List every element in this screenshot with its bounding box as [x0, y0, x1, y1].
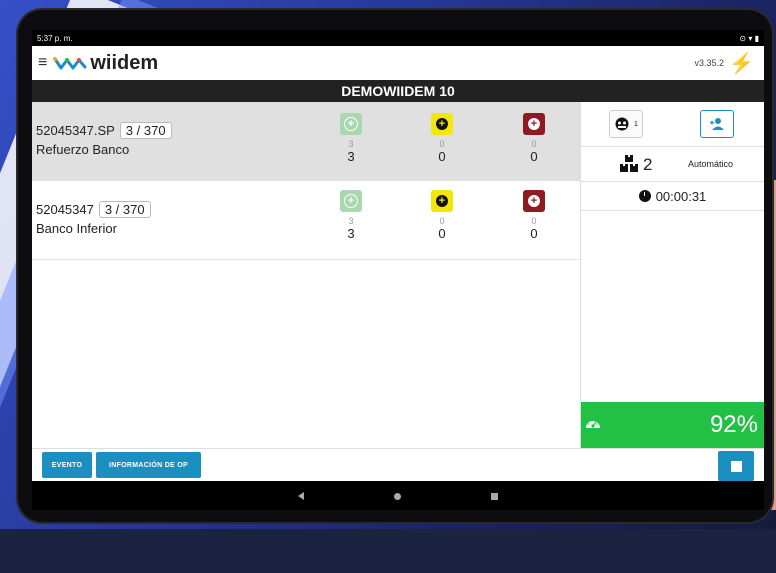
job-code: 52045347	[36, 202, 94, 217]
stop-icon	[730, 460, 742, 472]
op-info-button[interactable]: INFORMACIÓN DE OP	[96, 452, 201, 478]
warning-count-small: 0	[439, 139, 445, 149]
boxes-icon	[620, 155, 638, 172]
good-counter: + 3 3	[331, 190, 371, 241]
add-operator-button[interactable]	[700, 110, 734, 138]
add-good-button[interactable]: +	[340, 113, 362, 135]
power-bolt-icon: ⚡	[729, 53, 754, 75]
reject-count: 0	[530, 149, 538, 164]
status-time: 5:37 p. m.	[37, 33, 73, 43]
job-name: Refuerzo Banco	[36, 142, 130, 157]
recent-apps-icon[interactable]	[491, 492, 498, 500]
add-good-button[interactable]: +	[340, 190, 362, 212]
plus-icon: +	[436, 195, 448, 207]
main-area: 52045347.SP 3 / 370 Refuerzo Banco + 3 3…	[32, 102, 764, 448]
side-panel: 1 2 Automático 00:00:31 92%	[581, 102, 764, 448]
oee-value: 92%	[709, 411, 758, 438]
back-icon[interactable]	[298, 492, 304, 500]
operators-icon	[615, 117, 629, 131]
good-count-small: 3	[348, 216, 354, 226]
clock-icon	[638, 190, 651, 202]
timer-value: 00:00:31	[655, 188, 707, 204]
job-name: Banco Inferior	[36, 221, 117, 236]
good-counter: + 3 3	[331, 113, 371, 164]
app-version: v3.35.2	[694, 58, 724, 68]
stop-button[interactable]	[718, 451, 754, 481]
add-user-icon	[710, 118, 724, 130]
plus-icon: +	[528, 118, 540, 130]
job-quantity: 3 / 370	[98, 201, 151, 218]
job-code-wrap: 52045347 3 / 370	[36, 201, 151, 218]
status-bar: 5:37 p. m. ⊙ ▾ ▮	[32, 30, 764, 46]
plus-icon: +	[344, 117, 358, 131]
warning-counter: + 0 0	[422, 190, 462, 241]
jobs-list: 52045347.SP 3 / 370 Refuerzo Banco + 3 3…	[32, 102, 581, 448]
machine-title: DEMOWIIDEM 10	[32, 80, 764, 102]
molds-count: 2	[643, 155, 653, 174]
warning-count-small: 0	[439, 216, 445, 226]
add-reject-button[interactable]: +	[523, 113, 545, 135]
warning-counter: + 0 0	[422, 113, 462, 164]
job-code: 52045347.SP	[36, 123, 115, 138]
plus-icon: +	[344, 194, 358, 208]
home-icon[interactable]	[394, 492, 401, 500]
plus-icon: +	[528, 195, 540, 207]
android-nav-bar	[32, 481, 764, 510]
good-count-small: 3	[348, 139, 354, 149]
reject-count-small: 0	[531, 216, 537, 226]
oee-indicator[interactable]: 92%	[581, 402, 764, 448]
status-icons: ⊙ ▾ ▮	[739, 33, 759, 43]
job-row[interactable]: 52045347.SP 3 / 370 Refuerzo Banco + 3 3…	[32, 102, 580, 181]
menu-icon[interactable]: ≡	[38, 54, 47, 72]
job-code-wrap: 52045347.SP 3 / 370	[36, 122, 172, 139]
add-reject-button[interactable]: +	[523, 190, 545, 212]
logo: wiidem	[53, 52, 158, 75]
cycle-timer: 00:00:31	[581, 182, 764, 211]
good-count: 3	[347, 226, 355, 241]
job-row[interactable]: 52045347 3 / 370 Banco Inferior + 3 3 + …	[32, 181, 580, 260]
reject-counter: + 0 0	[514, 113, 554, 164]
good-count: 3	[347, 149, 355, 164]
reject-count: 0	[530, 226, 538, 241]
warning-count: 0	[438, 149, 446, 164]
brand-name: wiidem	[90, 51, 159, 74]
mold-info: 2 Automático	[581, 147, 764, 182]
operators-button[interactable]: 1	[609, 110, 643, 138]
operators-count: 1	[634, 120, 638, 128]
reject-counter: + 0 0	[514, 190, 554, 241]
bottom-toolbar: EVENTO INFORMACIÓN DE OP	[32, 448, 764, 481]
wiidem-logo-icon	[53, 57, 87, 70]
app-bar: ≡ wiidem v3.35.2 ⚡	[32, 46, 764, 80]
evento-button[interactable]: EVENTO	[42, 452, 92, 478]
mode-label: Automático	[688, 159, 734, 169]
tablet-screen: 5:37 p. m. ⊙ ▾ ▮ ≡ wiidem v3.35.2 ⚡ DEMO…	[32, 30, 764, 510]
side-actions: 1	[581, 102, 764, 147]
reject-count-small: 0	[531, 139, 537, 149]
job-quantity: 3 / 370	[119, 122, 172, 139]
plus-icon: +	[436, 118, 448, 130]
gauge-icon	[586, 420, 600, 428]
warning-count: 0	[438, 226, 446, 241]
add-warning-button[interactable]: +	[431, 190, 453, 212]
add-warning-button[interactable]: +	[431, 113, 453, 135]
